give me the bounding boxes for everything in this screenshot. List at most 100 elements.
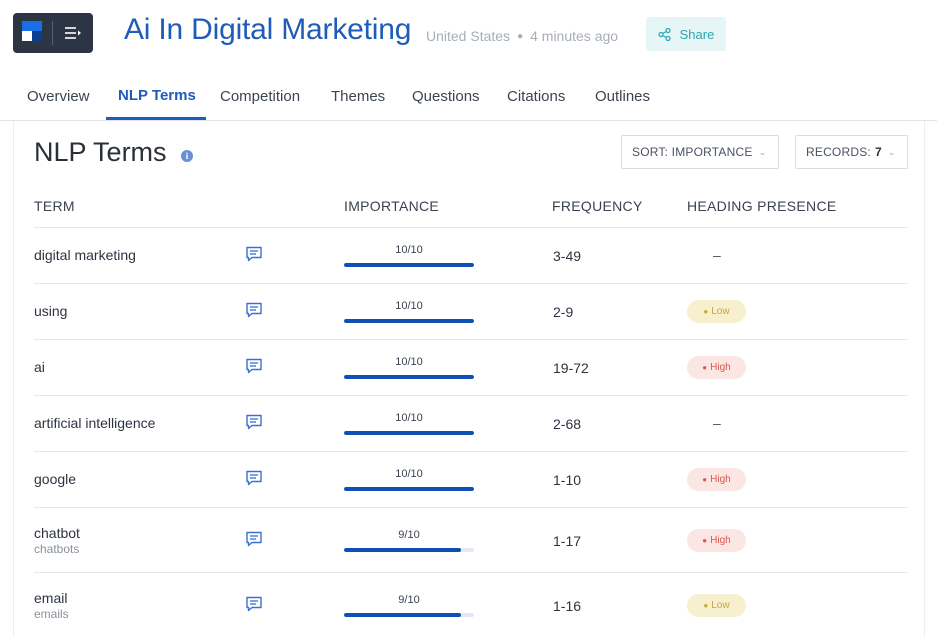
heading-presence-badge: ● Low	[687, 300, 746, 323]
term-label: chatbot	[34, 524, 80, 541]
status-dot-icon: ●	[702, 363, 708, 372]
heading-presence-badge: ● High	[687, 468, 746, 491]
table-row: using 10/10 2-9 ● Low	[34, 283, 908, 339]
importance-bar-fill	[344, 547, 461, 552]
importance-bar	[344, 263, 474, 267]
importance-bar-fill	[344, 375, 474, 379]
records-label: RECORDS:	[806, 145, 871, 159]
heading-presence-empty: –	[713, 415, 721, 431]
tab-themes[interactable]: Themes	[331, 88, 385, 105]
column-header-heading-presence[interactable]: HEADING PRESENCE	[687, 198, 837, 214]
heading-presence-label: Low	[711, 306, 730, 317]
importance-bar-fill	[344, 319, 474, 323]
term-label: ai	[34, 359, 45, 375]
table-row: digital marketing 10/10 3-49 –	[34, 227, 908, 283]
term-label: using	[34, 303, 68, 319]
tab-bar: Overview NLP Terms Competition Themes Qu…	[0, 80, 937, 121]
importance-bar	[344, 612, 474, 617]
column-header-importance[interactable]: IMPORTANCE	[344, 198, 439, 214]
importance-bar-fill	[344, 431, 474, 435]
importance-bar	[344, 547, 474, 552]
table-row: ai 10/10 19-72 ● High	[34, 339, 908, 395]
tab-overview[interactable]: Overview	[27, 88, 90, 105]
logo-mark-icon	[22, 21, 46, 45]
chevron-down-icon: ⌄	[887, 146, 896, 157]
sort-dropdown[interactable]: SORT: IMPORTANCE ⌄	[621, 135, 779, 169]
importance-score: 9/10	[398, 593, 420, 606]
updated-timestamp: 4 minutes ago	[530, 28, 619, 44]
active-tab-indicator	[106, 117, 206, 120]
table-row: chatbot chatbots 9/10 1-17 ● High	[34, 507, 908, 572]
term-label: artificial intelligence	[34, 415, 156, 431]
status-dot-icon: ●	[703, 600, 709, 610]
importance-bar	[344, 375, 474, 379]
comment-icon[interactable]	[245, 595, 263, 613]
tab-citations[interactable]: Citations	[507, 88, 565, 105]
frequency-value: 1-10	[553, 472, 582, 488]
page-meta: United States ● 4 minutes ago	[426, 28, 618, 44]
status-dot-icon: ●	[702, 535, 708, 545]
page-title: Ai In Digital Marketing	[124, 13, 412, 46]
comment-icon[interactable]	[245, 530, 263, 548]
heading-presence-label: High	[710, 474, 731, 485]
term-label: digital marketing	[34, 247, 136, 263]
app-logo[interactable]	[13, 13, 93, 53]
importance-bar	[344, 487, 474, 491]
comment-icon[interactable]	[245, 469, 263, 487]
heading-presence-empty: –	[713, 247, 721, 263]
nlp-terms-panel: NLP Terms i SORT: IMPORTANCE ⌄ RECORDS: …	[13, 121, 925, 637]
column-header-frequency[interactable]: FREQUENCY	[552, 198, 643, 214]
heading-presence-label: Low	[711, 599, 730, 611]
importance-bar-fill	[344, 487, 474, 491]
tab-nlp-terms[interactable]: NLP Terms	[118, 87, 196, 104]
heading-presence-badge: ● High	[687, 356, 746, 379]
comment-icon[interactable]	[245, 245, 263, 263]
records-value: 7	[874, 145, 882, 159]
table-row: email emails 9/10 1-16 ● Low	[34, 572, 908, 637]
meta-separator: ●	[517, 30, 524, 42]
menu-toggle-icon[interactable]	[61, 21, 85, 45]
heading-presence-label: High	[710, 534, 731, 546]
heading-presence-badge: ● High	[687, 528, 746, 552]
frequency-value: 2-68	[553, 416, 582, 432]
country-label: United States	[426, 28, 511, 44]
info-icon[interactable]: i	[181, 150, 193, 162]
importance-bar	[344, 319, 474, 323]
comment-icon[interactable]	[245, 413, 263, 431]
sort-label: SORT: IMPORTANCE	[632, 145, 753, 159]
comment-icon[interactable]	[245, 301, 263, 319]
records-dropdown[interactable]: RECORDS: 7 ⌄	[795, 135, 908, 169]
column-header-term[interactable]: TERM	[34, 198, 75, 214]
table-row: artificial intelligence 10/10 2-68 –	[34, 395, 908, 451]
share-label: Share	[679, 26, 715, 42]
importance-score: 10/10	[395, 244, 423, 256]
term-variant: emails	[34, 606, 69, 621]
frequency-value: 2-9	[553, 304, 574, 320]
chevron-down-icon: ⌄	[758, 146, 767, 157]
logo-divider	[52, 21, 53, 45]
importance-score: 10/10	[395, 412, 423, 424]
frequency-value: 3-49	[553, 248, 582, 264]
share-button[interactable]: Share	[646, 17, 726, 51]
status-dot-icon: ●	[702, 475, 708, 484]
table-row: google 10/10 1-10 ● High	[34, 451, 908, 507]
heading-presence-label: High	[710, 362, 731, 373]
tab-outlines[interactable]: Outlines	[595, 88, 650, 105]
panel-title: NLP Terms	[34, 137, 167, 167]
importance-score: 9/10	[398, 528, 420, 541]
term-variant: chatbots	[34, 541, 80, 556]
importance-bar	[344, 431, 474, 435]
frequency-value: 1-16	[553, 597, 582, 614]
share-icon	[658, 27, 671, 41]
frequency-value: 19-72	[553, 360, 589, 376]
tab-competition[interactable]: Competition	[220, 88, 300, 105]
term-label: email	[34, 589, 68, 606]
term-label: google	[34, 471, 77, 487]
importance-bar-fill	[344, 612, 461, 617]
frequency-value: 1-17	[553, 532, 582, 549]
importance-score: 10/10	[395, 468, 423, 480]
status-dot-icon: ●	[703, 307, 709, 316]
importance-bar-fill	[344, 263, 474, 267]
comment-icon[interactable]	[245, 357, 263, 375]
tab-questions[interactable]: Questions	[412, 88, 480, 105]
